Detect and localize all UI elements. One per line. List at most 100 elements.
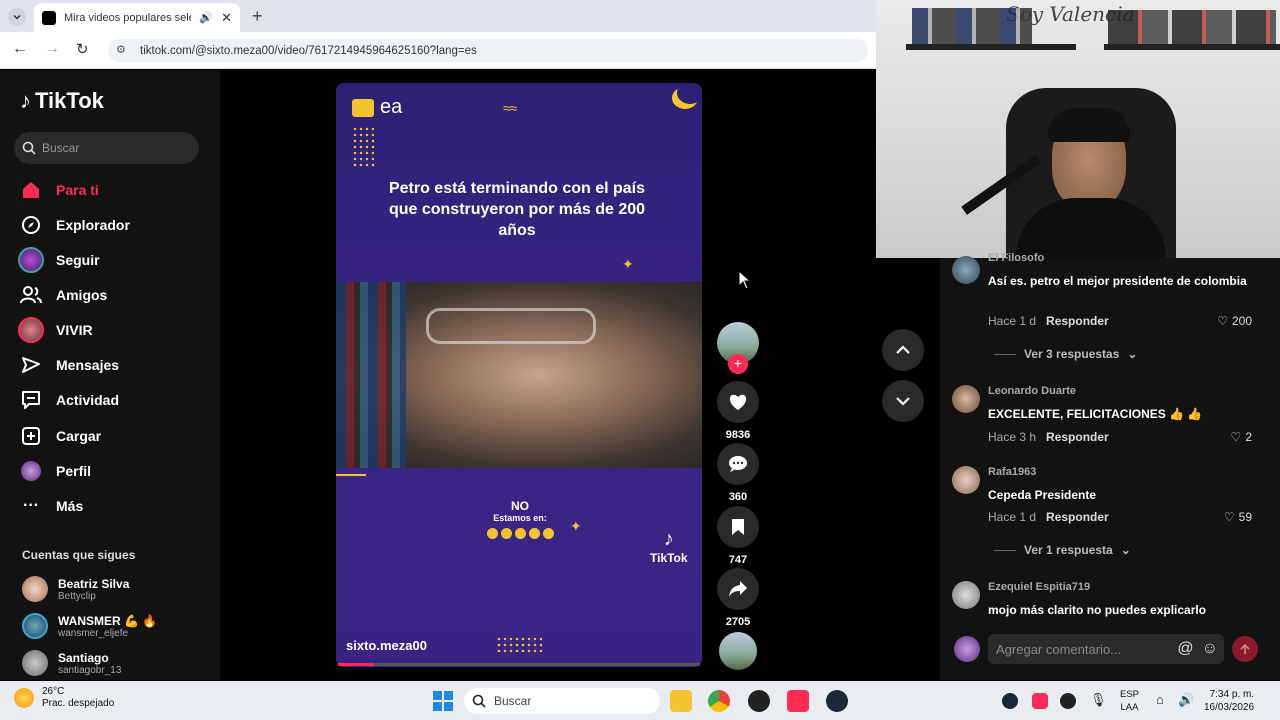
- taskbar-search[interactable]: Buscar: [464, 688, 660, 714]
- music-disc-icon: [719, 632, 757, 670]
- tray-tiktok-icon[interactable]: [1032, 693, 1048, 709]
- search-placeholder: Buscar: [42, 141, 80, 155]
- following-account[interactable]: Beatriz Silva Bettyclip: [22, 576, 129, 602]
- nav-perfil[interactable]: Perfil: [18, 458, 91, 484]
- account-user: wansmer_eljefe: [58, 627, 129, 639]
- comment-item: Rafa1963 Cepeda Presidente Hace 1 d Respo…: [952, 466, 1262, 528]
- avatar[interactable]: [952, 581, 980, 609]
- obs-icon[interactable]: [748, 690, 770, 712]
- video-progress[interactable]: [338, 663, 700, 666]
- close-tab-icon[interactable]: ✕: [221, 10, 232, 26]
- comment-text: Cepeda Presidente: [988, 488, 1097, 502]
- back-icon[interactable]: ←: [12, 40, 28, 58]
- watermark-text: TikTok: [650, 551, 688, 565]
- comment-input[interactable]: Agregar comentario... @ ☺: [988, 634, 1224, 664]
- nav-explorador[interactable]: Explorador: [18, 212, 130, 238]
- steam-icon[interactable]: [826, 690, 848, 712]
- chevron-down-icon: [13, 14, 21, 20]
- send-button[interactable]: [1232, 636, 1258, 662]
- upload-icon: [18, 423, 44, 449]
- next-video-button[interactable]: [882, 380, 924, 422]
- view-replies-label: Ver 1 respuesta: [1024, 543, 1113, 557]
- like-button[interactable]: 9836: [716, 381, 760, 441]
- search-input[interactable]: Buscar: [14, 132, 199, 164]
- weather-widget[interactable]: 26°C Prac. despejado: [14, 686, 114, 710]
- clock[interactable]: 7:34 p. m. 16/03/2026: [1204, 688, 1254, 714]
- tab-search-button[interactable]: [8, 8, 26, 26]
- nav-para-ti[interactable]: Para ti: [18, 177, 99, 203]
- comment-like-button[interactable]: ♡ 200: [1217, 314, 1252, 328]
- tray-obs-icon[interactable]: [1060, 693, 1076, 709]
- nav-amigos[interactable]: Amigos: [18, 282, 107, 308]
- social-icons: [470, 528, 570, 539]
- nav-seguir[interactable]: Seguir: [18, 247, 100, 273]
- nav-label: Seguir: [56, 252, 100, 268]
- save-button[interactable]: 747: [716, 506, 760, 566]
- new-tab-button[interactable]: +: [252, 6, 263, 27]
- tray-steam-icon[interactable]: [1002, 693, 1018, 709]
- url-field[interactable]: tiktok.com/@sixto.meza00/video/761721494…: [108, 39, 868, 62]
- tiktok-note-icon: ♪: [663, 528, 674, 550]
- previous-video-button[interactable]: [882, 329, 924, 371]
- tiktok-logo[interactable]: ♪ TikTok: [20, 88, 104, 114]
- file-explorer-icon[interactable]: [670, 690, 692, 712]
- nav-mensajes[interactable]: Mensajes: [18, 352, 119, 378]
- forward-icon[interactable]: →: [44, 40, 60, 58]
- comment-user[interactable]: El Filosofo: [988, 252, 1044, 264]
- avatar[interactable]: [952, 385, 980, 413]
- music-disc[interactable]: [716, 632, 760, 670]
- avatar[interactable]: [952, 256, 980, 284]
- following-account[interactable]: Santiago santiagobr_13: [22, 650, 121, 676]
- volume-icon[interactable]: 🔊: [1178, 692, 1194, 708]
- tiktok-app-icon[interactable]: [787, 690, 809, 712]
- nav-actividad[interactable]: Actividad: [18, 387, 119, 413]
- comment-like-button[interactable]: ♡ 2: [1231, 430, 1252, 444]
- follow-plus-icon[interactable]: +: [728, 354, 748, 374]
- shelf-right: [1104, 44, 1280, 50]
- share-button[interactable]: 2705: [716, 568, 760, 628]
- bookshelf-image: [336, 282, 406, 468]
- speaker-icon[interactable]: 🔊: [199, 11, 213, 24]
- language-indicator[interactable]: ESP LAA: [1120, 688, 1139, 714]
- bookmark-icon: [717, 506, 759, 548]
- mention-icon[interactable]: @: [1177, 640, 1193, 658]
- browser-tab[interactable]: Mira videos populares selec 🔊 ✕: [34, 3, 240, 32]
- avatar[interactable]: [952, 466, 980, 494]
- windows-start-icon[interactable]: [432, 690, 454, 712]
- network-icon[interactable]: ⌂: [1156, 692, 1164, 707]
- comment-like-count: 2: [1245, 430, 1252, 444]
- view-replies-button[interactable]: Ver 1 respuesta ⌄: [994, 543, 1131, 557]
- comment-button[interactable]: 360: [716, 443, 760, 503]
- reply-link[interactable]: Responder: [1046, 314, 1109, 328]
- chrome-icon[interactable]: [708, 690, 730, 712]
- view-replies-button[interactable]: Ver 3 respuestas ⌄: [994, 347, 1137, 361]
- comment-user[interactable]: Leonardo Duarte: [988, 385, 1076, 397]
- nav-label: Amigos: [56, 287, 108, 303]
- comment-user[interactable]: Rafa1963: [988, 466, 1036, 478]
- microphone-icon[interactable]: 🎙: [1090, 692, 1107, 708]
- nav-vivir[interactable]: VIVIR: [18, 317, 93, 343]
- search-icon: [22, 141, 36, 155]
- account-name: Beatriz Silva: [58, 576, 130, 591]
- account-user: Bettyclip: [58, 590, 96, 602]
- reply-link[interactable]: Responder: [1046, 510, 1109, 524]
- emoji-icon[interactable]: ☺: [1202, 640, 1218, 658]
- following-account[interactable]: WANSMER 💪 🔥 wansmer_eljefe: [22, 613, 157, 639]
- tiktok-watermark: ♪ TikTok: [650, 528, 688, 565]
- share-count: 2705: [725, 616, 751, 628]
- nav-label: Perfil: [56, 463, 92, 479]
- nav-label: Para ti: [56, 182, 99, 198]
- nav-cargar[interactable]: Cargar: [18, 423, 101, 449]
- comment-user[interactable]: Ezequiel Espitia719: [988, 581, 1090, 593]
- video-author[interactable]: sixto.meza00: [346, 638, 427, 653]
- author-avatar-button[interactable]: +: [716, 322, 760, 374]
- site-info-icon[interactable]: ⚙: [116, 43, 126, 56]
- activity-icon: [18, 387, 44, 413]
- following-avatar: [18, 247, 44, 273]
- reload-icon[interactable]: ↻: [76, 40, 89, 58]
- no-label: NO Estamos en:: [470, 500, 570, 539]
- nav-mas[interactable]: ··· Más: [18, 493, 83, 519]
- reply-link[interactable]: Responder: [1046, 430, 1109, 444]
- clock-date: 16/03/2026: [1204, 702, 1255, 713]
- comment-like-button[interactable]: ♡ 59: [1224, 510, 1252, 524]
